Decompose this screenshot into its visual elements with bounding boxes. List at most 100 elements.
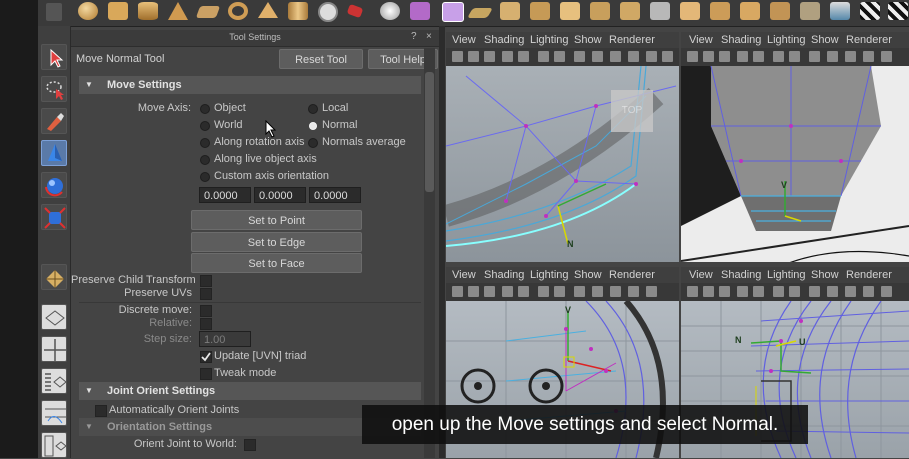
- checker-icon-2[interactable]: [888, 2, 908, 20]
- outliner-layout-icon[interactable]: [41, 368, 67, 394]
- camera-attr-icon[interactable]: [468, 286, 479, 297]
- safe-action-icon[interactable]: [809, 286, 820, 297]
- smooth-shade-icon[interactable]: [610, 286, 621, 297]
- menu-show[interactable]: Show: [811, 34, 839, 46]
- move-tool-icon[interactable]: [41, 140, 67, 166]
- light-icon[interactable]: [646, 286, 657, 297]
- preserve-child-transform-checkbox[interactable]: [200, 275, 212, 287]
- custom-axis-z-field[interactable]: 0.0000: [309, 187, 361, 203]
- smooth-shade-icon[interactable]: [845, 51, 856, 62]
- smooth-icon[interactable]: [710, 2, 730, 20]
- cone-icon[interactable]: [168, 2, 188, 20]
- custom-axis-y-field[interactable]: 0.0000: [254, 187, 306, 203]
- checker-icon[interactable]: [860, 2, 880, 20]
- safe-action-icon[interactable]: [574, 51, 585, 62]
- light-icon[interactable]: [646, 51, 657, 62]
- menu-renderer[interactable]: Renderer: [846, 34, 892, 46]
- radio-custom-axis-orientation[interactable]: [200, 172, 210, 182]
- close-icon[interactable]: ×: [426, 31, 432, 42]
- bookmark-icon[interactable]: [484, 286, 495, 297]
- menu-show[interactable]: Show: [574, 34, 602, 46]
- preserve-uvs-checkbox[interactable]: [200, 288, 212, 300]
- image-plane-icon[interactable]: [737, 286, 748, 297]
- menu-view[interactable]: View: [689, 34, 713, 46]
- set-to-edge-button[interactable]: Set to Edge: [191, 232, 362, 252]
- radio-along-live-object-axis[interactable]: [200, 155, 210, 165]
- update-uvn-checkbox[interactable]: [200, 351, 212, 363]
- single-layout-icon[interactable]: [41, 304, 67, 330]
- smooth-shade-icon[interactable]: [610, 51, 621, 62]
- sphere-icon[interactable]: [78, 2, 98, 20]
- menu-lighting[interactable]: Lighting: [530, 269, 569, 281]
- texture-icon[interactable]: [863, 286, 874, 297]
- menu-show[interactable]: Show: [574, 269, 602, 281]
- radio-object[interactable]: [200, 104, 210, 114]
- boolean-icon[interactable]: [740, 2, 760, 20]
- poly-icon[interactable]: [410, 2, 430, 20]
- image-plane-icon[interactable]: [502, 286, 513, 297]
- grid-icon[interactable]: [753, 51, 764, 62]
- light-icon[interactable]: [442, 2, 464, 22]
- reset-tool-button[interactable]: Reset Tool: [279, 49, 363, 69]
- wireframe-icon[interactable]: [827, 51, 838, 62]
- torus-icon[interactable]: [228, 2, 248, 20]
- paint-select-tool-icon[interactable]: [41, 108, 67, 134]
- graph-layout-icon[interactable]: [41, 400, 67, 426]
- menu-shading[interactable]: Shading: [721, 269, 761, 281]
- discrete-move-checkbox[interactable]: [200, 305, 212, 317]
- radio-local[interactable]: [308, 104, 318, 114]
- menu-shading[interactable]: Shading: [721, 34, 761, 46]
- bridge-icon[interactable]: [620, 2, 640, 20]
- bookmark-icon[interactable]: [719, 51, 730, 62]
- auto-orient-checkbox[interactable]: [95, 405, 107, 417]
- soft-mod-tool-icon[interactable]: [41, 264, 67, 290]
- menu-renderer[interactable]: Renderer: [609, 34, 655, 46]
- camera-icon[interactable]: [452, 51, 463, 62]
- menu-renderer[interactable]: Renderer: [609, 269, 655, 281]
- camera-icon[interactable]: [452, 286, 463, 297]
- viewport-persp[interactable]: View Shading Lighting Show Renderer V pe…: [681, 32, 909, 262]
- scale-tool-icon[interactable]: [41, 204, 67, 230]
- move-settings-header[interactable]: ▼ Move Settings: [79, 76, 421, 94]
- rotate-tool-icon[interactable]: [41, 172, 67, 198]
- safe-action-icon[interactable]: [809, 51, 820, 62]
- resolution-gate-icon[interactable]: [554, 51, 565, 62]
- view-cube[interactable]: TOP: [611, 90, 653, 132]
- merge-icon[interactable]: [530, 2, 550, 20]
- extrude-icon[interactable]: [590, 2, 610, 20]
- pyramid-icon[interactable]: [258, 2, 278, 18]
- four-view-layout-icon[interactable]: [41, 336, 67, 362]
- radio-normals-average[interactable]: [308, 138, 318, 148]
- panel-scrollbar[interactable]: [424, 48, 435, 458]
- resolution-gate-icon[interactable]: [554, 286, 565, 297]
- menu-view[interactable]: View: [452, 269, 476, 281]
- menu-lighting[interactable]: Lighting: [530, 34, 569, 46]
- append-icon[interactable]: [650, 2, 670, 20]
- camera-attr-icon[interactable]: [703, 51, 714, 62]
- light-icon[interactable]: [881, 51, 892, 62]
- texture-icon[interactable]: [628, 286, 639, 297]
- plane-icon[interactable]: [195, 6, 221, 18]
- film-gate-icon[interactable]: [773, 286, 784, 297]
- pipe-icon[interactable]: [288, 2, 308, 20]
- camera-icon[interactable]: [687, 286, 698, 297]
- viewport-canvas[interactable]: TOP N top: [446, 66, 679, 262]
- shelf-scroll-icon[interactable]: [46, 3, 62, 21]
- select-tool-icon[interactable]: [41, 44, 67, 70]
- cube-icon[interactable]: [108, 2, 128, 20]
- globe-icon[interactable]: [380, 2, 400, 20]
- menu-view[interactable]: View: [452, 34, 476, 46]
- step-size-field[interactable]: 1.00: [199, 331, 251, 347]
- viewport-canvas[interactable]: V persp: [681, 66, 909, 262]
- camera-icon[interactable]: [687, 51, 698, 62]
- radio-world[interactable]: [200, 121, 210, 131]
- grid-icon[interactable]: [753, 286, 764, 297]
- bevel-icon[interactable]: [560, 2, 580, 20]
- wedge-icon[interactable]: [680, 2, 700, 20]
- crease-icon[interactable]: [467, 8, 493, 18]
- custom-axis-x-field[interactable]: 0.0000: [199, 187, 251, 203]
- nurbs-icon[interactable]: [346, 3, 364, 19]
- light-icon[interactable]: [881, 286, 892, 297]
- reduce-icon[interactable]: [800, 2, 820, 20]
- set-to-point-button[interactable]: Set to Point: [191, 210, 362, 230]
